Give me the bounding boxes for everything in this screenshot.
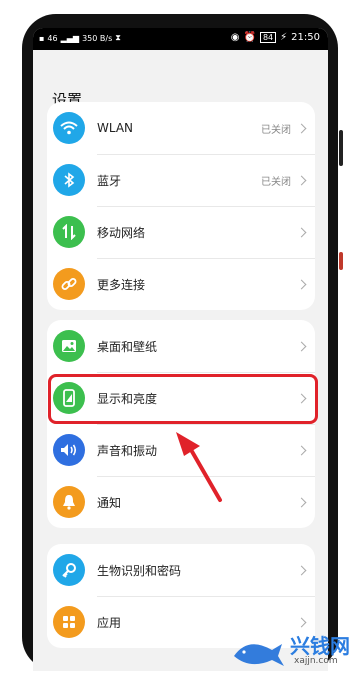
watermark: 兴钱网 xajjn.com bbox=[228, 626, 362, 671]
watermark-url: xajjn.com bbox=[294, 656, 338, 666]
watermark-brand: 兴钱网 bbox=[290, 634, 350, 658]
annotation-arrow-icon bbox=[176, 432, 222, 502]
